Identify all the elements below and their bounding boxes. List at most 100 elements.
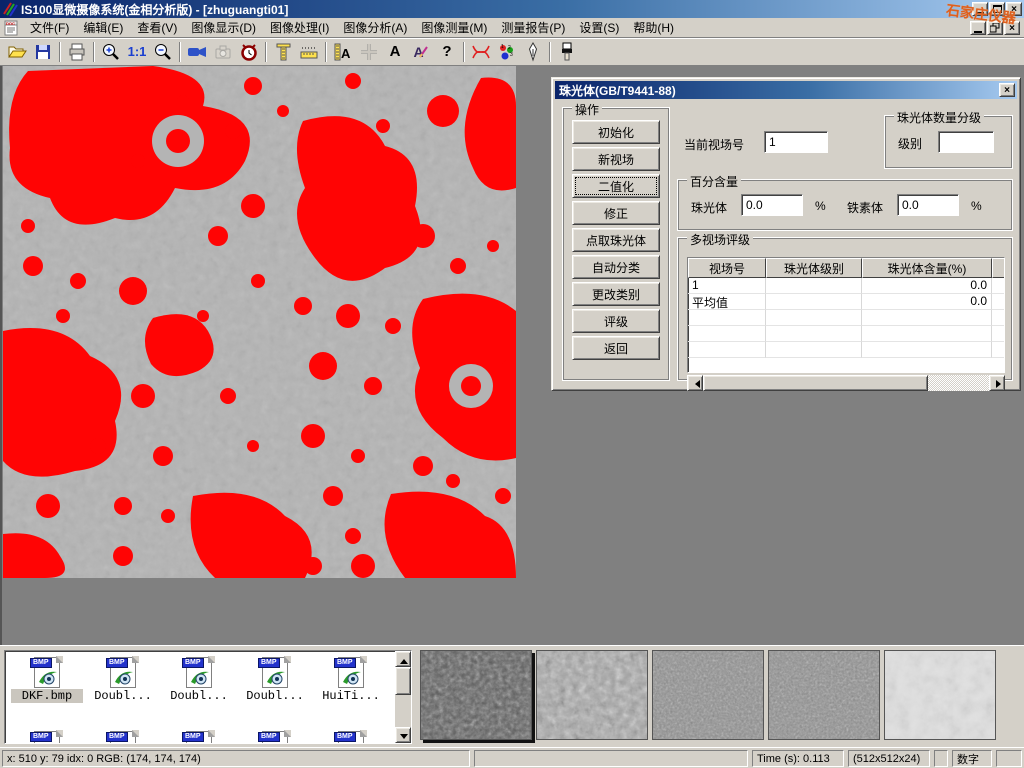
cell — [766, 278, 862, 294]
dialog-title-bar[interactable]: 珠光体(GB/T9441-88) × — [555, 81, 1017, 99]
new-field-button[interactable]: 新视场 — [572, 147, 660, 171]
table-row[interactable]: 平均值 0.0 — [688, 294, 1004, 310]
current-field-input[interactable] — [764, 131, 828, 153]
time-status: Time (s): 0.113 — [752, 750, 844, 767]
file-name[interactable]: DKF.bmp — [11, 689, 83, 703]
file-item[interactable]: BMP HuiTi... — [315, 657, 387, 703]
left-arrow-icon — [691, 380, 700, 388]
return-button[interactable]: 返回 — [572, 336, 660, 360]
menu-image-processing[interactable]: 图像处理(I) — [263, 17, 336, 38]
correct-button[interactable]: 修正 — [572, 201, 660, 225]
scroll-down-button[interactable] — [395, 727, 411, 743]
zoom-in-button[interactable] — [98, 40, 124, 64]
classify-tool-button[interactable]: 1 2 3 — [494, 40, 520, 64]
rating-table[interactable]: 视场号 珠光体级别 珠光体含量(%) 铁素体 1 0.0 平均值 0.0 — [687, 257, 1005, 373]
open-file-button[interactable] — [4, 40, 30, 64]
menu-image-analysis[interactable]: 图像分析(A) — [336, 17, 414, 38]
scroll-up-button[interactable] — [395, 651, 411, 667]
menu-help[interactable]: 帮助(H) — [626, 17, 681, 38]
save-button[interactable] — [30, 40, 56, 64]
ferrite-percent-input[interactable] — [897, 194, 959, 216]
annotate-tool-button[interactable]: A — [408, 40, 434, 64]
table-row[interactable]: 1 0.0 — [688, 278, 1004, 294]
file-item[interactable]: BMP — [163, 731, 235, 744]
thumbnail-2[interactable] — [536, 650, 648, 740]
menu-image-measure[interactable]: 图像测量(M) — [414, 17, 494, 38]
measure-text-button[interactable]: A — [330, 40, 356, 64]
multi-field-group-label: 多视场评级 — [687, 231, 753, 248]
scrollbar-thumb[interactable] — [395, 667, 411, 695]
rate-button[interactable]: 评级 — [572, 309, 660, 333]
scroll-right-button[interactable] — [989, 375, 1005, 391]
dialog-close-button[interactable]: × — [999, 83, 1015, 97]
col-pearlite-grade[interactable]: 珠光体级别 — [766, 258, 862, 278]
col-pearlite-content[interactable]: 珠光体含量(%) — [862, 258, 992, 278]
file-item[interactable]: BMP Doubl... — [87, 657, 159, 703]
cell — [688, 342, 766, 358]
menu-settings[interactable]: 设置(S) — [572, 17, 626, 38]
pick-pearlite-button[interactable]: 点取珠光体 — [572, 228, 660, 252]
scrollbar-thumb[interactable] — [703, 375, 928, 391]
caliper-button[interactable] — [270, 40, 296, 64]
video-camera-icon — [187, 42, 207, 62]
file-name[interactable]: Doubl... — [239, 689, 311, 703]
thumbnail-1[interactable] — [420, 650, 532, 740]
image-eye-icon — [113, 668, 135, 686]
bmp-badge: BMP — [30, 658, 52, 668]
file-list-scrollbar[interactable] — [395, 651, 411, 743]
col-field-no[interactable]: 视场号 — [688, 258, 766, 278]
bmp-badge: BMP — [258, 732, 280, 742]
move-tool-button[interactable] — [356, 40, 382, 64]
help-button[interactable]: ? — [434, 40, 460, 64]
table-row[interactable] — [688, 310, 1004, 326]
curve-tool-button[interactable] — [468, 40, 494, 64]
clock-icon — [239, 42, 259, 62]
file-item[interactable]: BMP — [239, 731, 311, 744]
change-class-button[interactable]: 更改类别 — [572, 282, 660, 306]
pen-tool-button[interactable] — [520, 40, 546, 64]
scroll-left-button[interactable] — [687, 375, 703, 391]
menu-image-display[interactable]: 图像显示(D) — [184, 17, 263, 38]
zoom-out-button[interactable] — [150, 40, 176, 64]
thumbnail-5[interactable] — [884, 650, 996, 740]
binarize-button[interactable]: 二值化 — [572, 174, 660, 198]
file-item[interactable]: BMP Doubl... — [239, 657, 311, 703]
micrograph-image[interactable] — [3, 66, 516, 578]
svg-text:2: 2 — [508, 45, 511, 51]
text-tool-button[interactable]: A — [382, 40, 408, 64]
menu-edit[interactable]: 编辑(E) — [76, 17, 130, 38]
table-row[interactable] — [688, 342, 1004, 358]
snapshot-button[interactable] — [210, 40, 236, 64]
file-item[interactable]: BMP Doubl... — [163, 657, 235, 703]
title-bar: IS100显微摄像系统(金相分析版) - [zhuguangti01] × — [0, 0, 1024, 18]
actual-size-button[interactable]: 1:1 — [124, 40, 150, 64]
scrollbar-track[interactable] — [928, 375, 989, 391]
grade-input[interactable] — [938, 131, 994, 153]
file-name[interactable]: Doubl... — [87, 689, 159, 703]
file-name[interactable]: HuiTi... — [315, 689, 387, 703]
timer-button[interactable] — [236, 40, 262, 64]
menu-view[interactable]: 查看(V) — [130, 17, 184, 38]
bmp-file-icon: BMP — [336, 657, 366, 689]
auto-classify-button[interactable]: 自动分类 — [572, 255, 660, 279]
col-ferrite[interactable]: 铁素体 — [992, 258, 1005, 278]
menu-measure-report[interactable]: 测量报告(P) — [494, 17, 572, 38]
file-item[interactable]: BMP — [87, 731, 159, 744]
menu-file[interactable]: 文件(F) — [23, 17, 76, 38]
pearlite-percent-input[interactable] — [741, 194, 803, 216]
file-name[interactable]: Doubl... — [163, 689, 235, 703]
initialize-button[interactable]: 初始化 — [572, 120, 660, 144]
file-item-selected[interactable]: BMP DKF.bmp — [11, 657, 83, 703]
thumbnail-4[interactable] — [768, 650, 880, 740]
ruler-button[interactable] — [296, 40, 322, 64]
pearlite-percent-sign: % — [815, 199, 826, 213]
table-horizontal-scrollbar[interactable] — [687, 375, 1005, 391]
video-capture-button[interactable] — [184, 40, 210, 64]
file-item[interactable]: BMP — [315, 731, 387, 744]
print-button[interactable] — [64, 40, 90, 64]
thumbnail-3[interactable] — [652, 650, 764, 740]
file-item[interactable]: BMP — [11, 731, 83, 744]
file-list[interactable]: BMP DKF.bmp BMP Doubl... BMP Doubl... — [4, 650, 412, 744]
brush-tool-button[interactable] — [554, 40, 580, 64]
table-row[interactable] — [688, 326, 1004, 342]
